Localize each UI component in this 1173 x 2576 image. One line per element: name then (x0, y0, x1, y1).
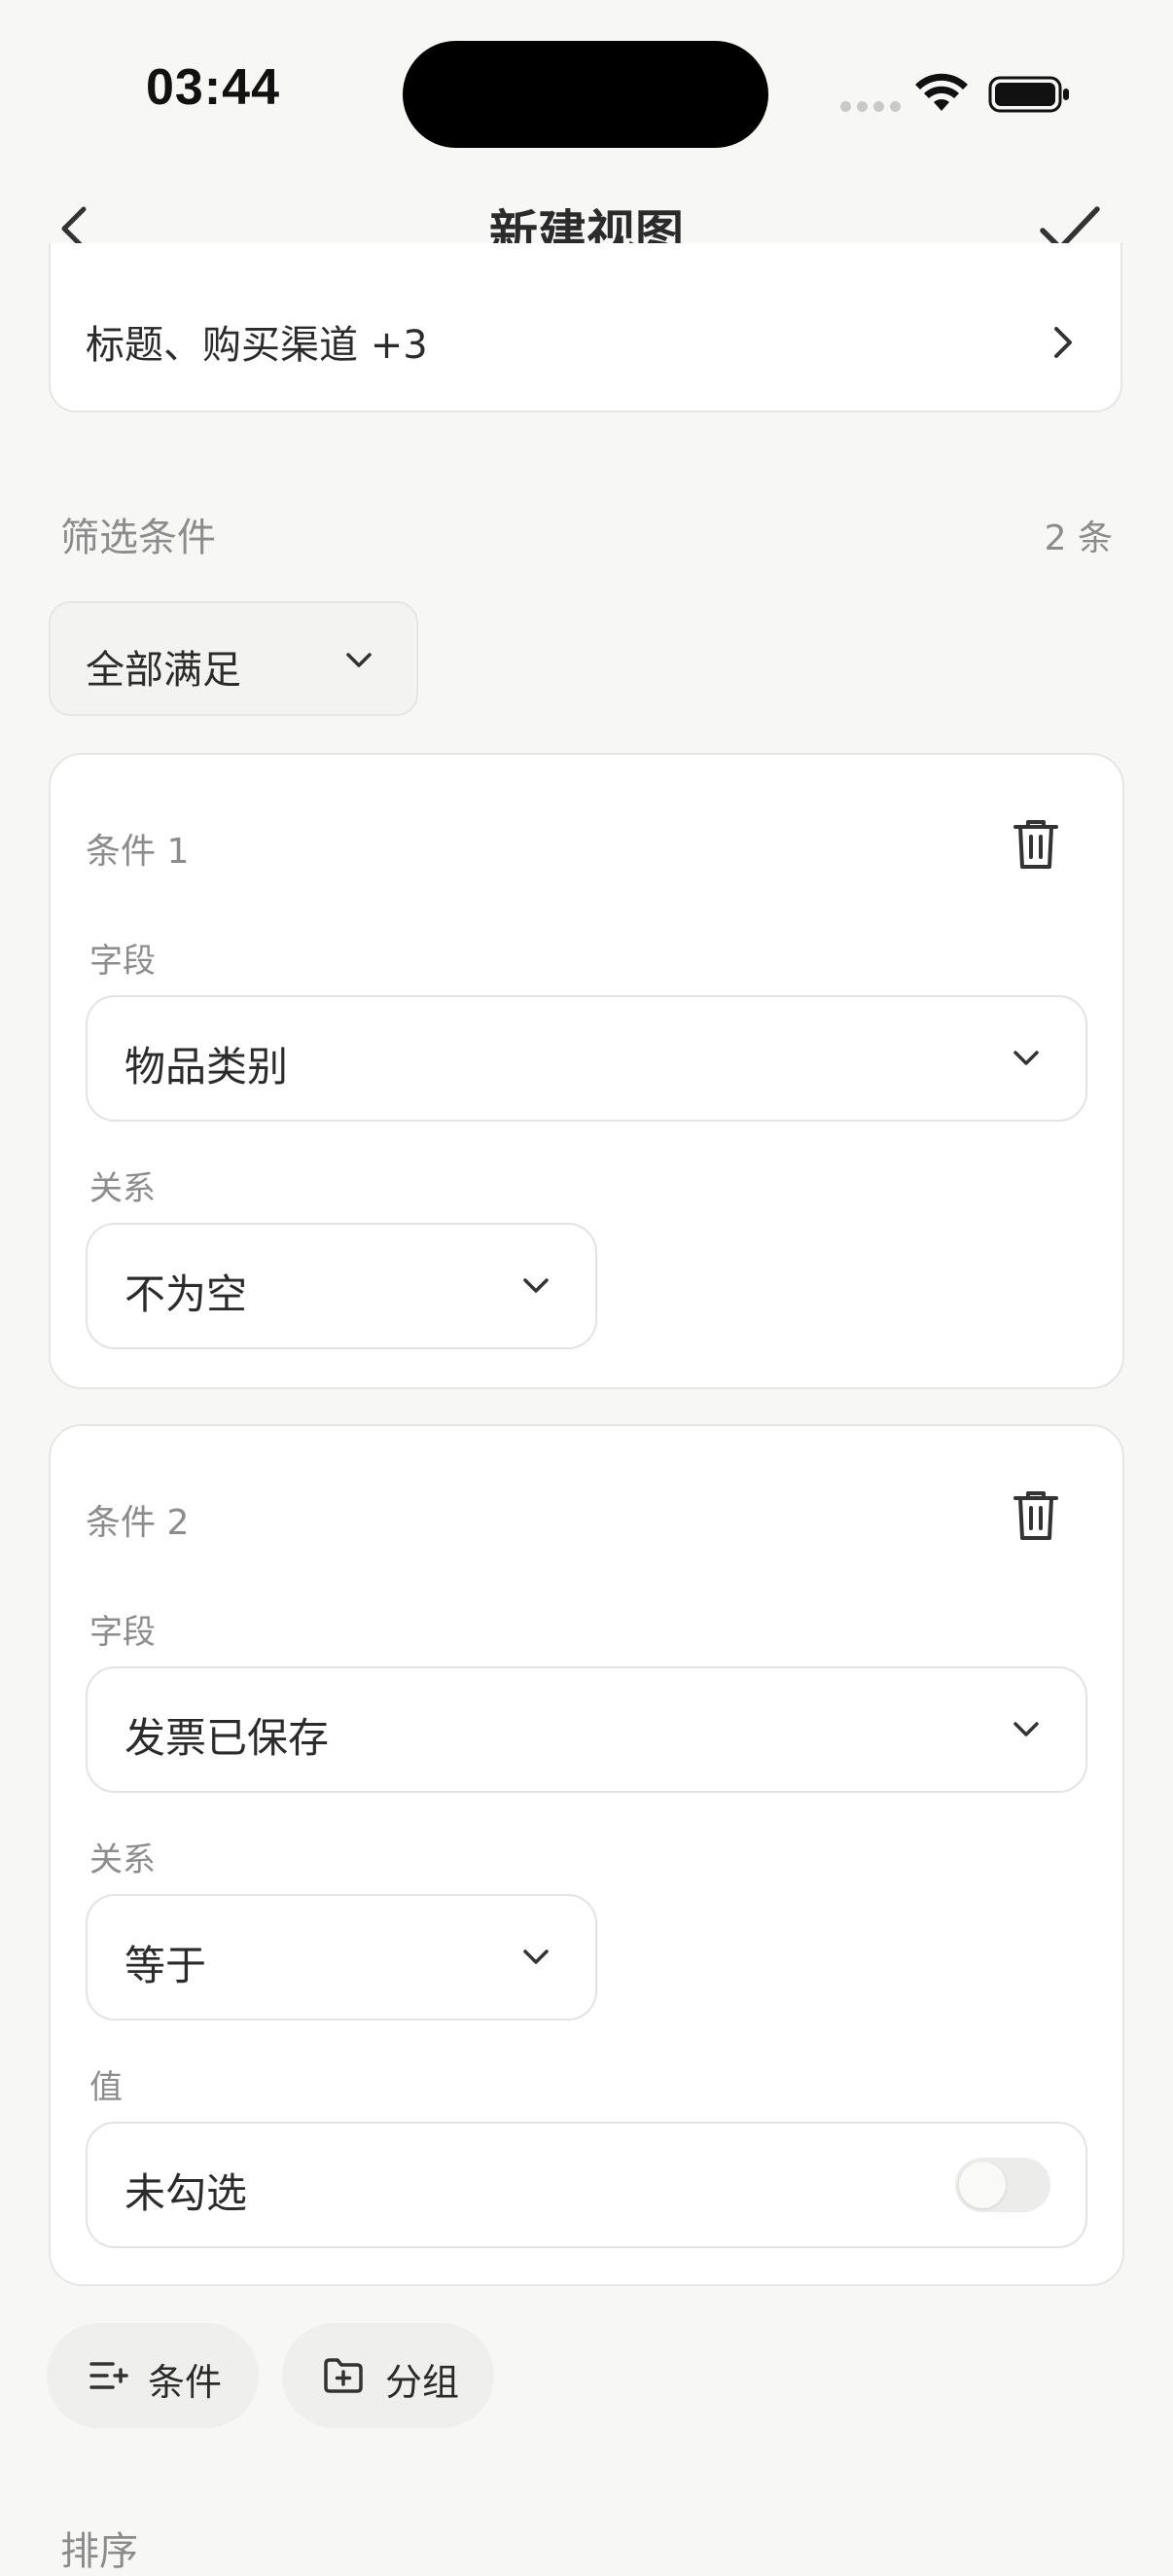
value-label: 值 (89, 2068, 123, 2107)
relation-label: 关系 (89, 1841, 156, 1879)
field-label: 字段 (89, 942, 156, 981)
filter-section-label: 筛选条件 (60, 516, 216, 560)
field-select[interactable]: 物品类别 (86, 995, 1087, 1122)
field-select-value: 物品类别 (124, 1043, 289, 1091)
chevron-down-icon (1013, 1722, 1039, 1736)
visible-fields-summary: 标题、购买渠道 +3 (86, 323, 428, 368)
relation-select[interactable]: 不为空 (86, 1223, 597, 1349)
relation-select-value: 等于 (124, 1942, 207, 1989)
sort-section-label: 排序 (60, 2529, 138, 2574)
cellular-signal-icon (840, 101, 901, 112)
chevron-down-icon (523, 1278, 549, 1293)
match-mode-select[interactable]: 全部满足 (49, 601, 418, 716)
match-mode-value: 全部满足 (86, 648, 241, 693)
wifi-icon (915, 73, 968, 111)
status-time: 03:44 (146, 59, 280, 116)
toggle-knob (959, 2162, 1006, 2208)
add-condition-button[interactable]: 条件 (47, 2323, 259, 2428)
relation-select[interactable]: 等于 (86, 1894, 597, 2021)
add-condition-label: 条件 (148, 2361, 223, 2404)
condition-title: 条件 1 (86, 832, 190, 872)
add-condition-icon (89, 2362, 128, 2389)
chevron-down-icon (1013, 1051, 1039, 1065)
value-field: 未勾选 (86, 2122, 1087, 2248)
delete-condition-button[interactable] (1012, 817, 1060, 872)
relation-select-value: 不为空 (124, 1270, 248, 1318)
add-group-button[interactable]: 分组 (282, 2323, 494, 2428)
battery-icon (988, 76, 1069, 113)
add-group-label: 分组 (385, 2361, 460, 2404)
folder-plus-icon (324, 2358, 363, 2393)
condition-title: 条件 2 (86, 1503, 190, 1543)
dynamic-island (403, 41, 768, 148)
field-select[interactable]: 发票已保存 (86, 1666, 1087, 1793)
delete-condition-button[interactable] (1012, 1488, 1060, 1543)
chevron-down-icon (523, 1950, 549, 1964)
filter-count: 2 条 (1044, 519, 1113, 558)
field-label: 字段 (89, 1613, 156, 1652)
relation-label: 关系 (89, 1169, 156, 1208)
chevron-down-icon (346, 653, 372, 667)
field-select-value: 发票已保存 (124, 1714, 330, 1762)
value-text: 未勾选 (124, 2169, 248, 2217)
value-toggle[interactable] (955, 2158, 1050, 2212)
chevron-right-icon (1054, 327, 1072, 358)
